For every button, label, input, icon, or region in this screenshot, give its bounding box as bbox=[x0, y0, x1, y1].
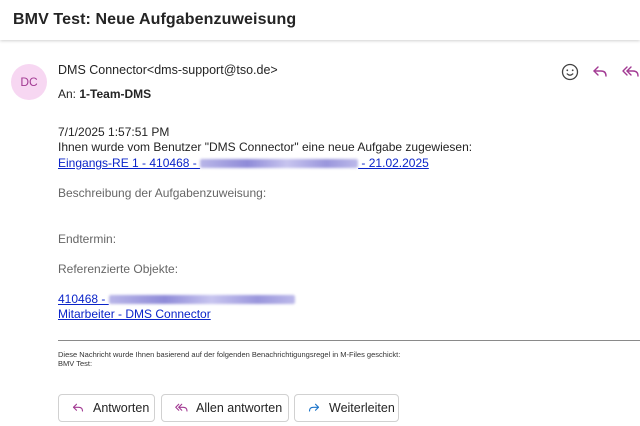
forward-icon bbox=[308, 403, 320, 412]
emoji-icon[interactable] bbox=[558, 60, 582, 84]
reply-icon[interactable] bbox=[588, 60, 612, 84]
referenced-object-1: 410468 - bbox=[58, 292, 295, 306]
deadline-label: Endtermin: bbox=[58, 232, 117, 246]
footer-rule: BMV Test: bbox=[58, 359, 93, 368]
description-label: Beschreibung der Aufgabenzuweisung: bbox=[58, 186, 267, 200]
reply-button-label: Antworten bbox=[93, 401, 150, 415]
reply-all-button-label: Allen antworten bbox=[196, 401, 283, 415]
intro-text: Ihnen wurde vom Benutzer "DMS Connector"… bbox=[58, 140, 473, 154]
to-label: An: bbox=[58, 87, 77, 101]
referenced-object-2: Mitarbeiter - DMS Connector bbox=[58, 307, 211, 321]
forward-button[interactable]: Weiterleiten bbox=[294, 394, 399, 422]
footer-note: Diese Nachricht wurde Ihnen basierend au… bbox=[58, 350, 401, 359]
to-recipient[interactable]: 1-Team-DMS bbox=[79, 87, 151, 101]
sender-name[interactable]: DMS Connector<dms-support@tso.de> bbox=[58, 63, 278, 77]
avatar[interactable]: DC bbox=[11, 64, 47, 100]
reply-all-icon[interactable] bbox=[618, 60, 640, 84]
recipient-line: An: 1-Team-DMS bbox=[58, 87, 151, 101]
subject-title: BMV Test: Neue Aufgabenzuweisung bbox=[13, 11, 297, 28]
redacted-text bbox=[108, 295, 295, 304]
reply-icon bbox=[72, 403, 84, 412]
forward-button-label: Weiterleiten bbox=[329, 401, 395, 415]
redacted-text bbox=[200, 159, 359, 168]
ref-link-employee-record[interactable]: 410468 - bbox=[58, 292, 295, 306]
reply-all-icon bbox=[175, 403, 188, 412]
reply-button[interactable]: Antworten bbox=[58, 394, 155, 422]
ref-link-employee[interactable]: Mitarbeiter - DMS Connector bbox=[58, 307, 211, 321]
subject-bar: BMV Test: Neue Aufgabenzuweisung bbox=[0, 0, 640, 40]
divider bbox=[58, 340, 640, 341]
task-link[interactable]: Eingangs-RE 1 - 410468 - - 21.02.2025 bbox=[58, 156, 429, 170]
referenced-label: Referenzierte Objekte: bbox=[58, 262, 179, 276]
task-link-line: Eingangs-RE 1 - 410468 - - 21.02.2025 bbox=[58, 156, 429, 170]
timestamp: 7/1/2025 1:57:51 PM bbox=[58, 125, 170, 139]
reply-all-button[interactable]: Allen antworten bbox=[161, 394, 289, 422]
